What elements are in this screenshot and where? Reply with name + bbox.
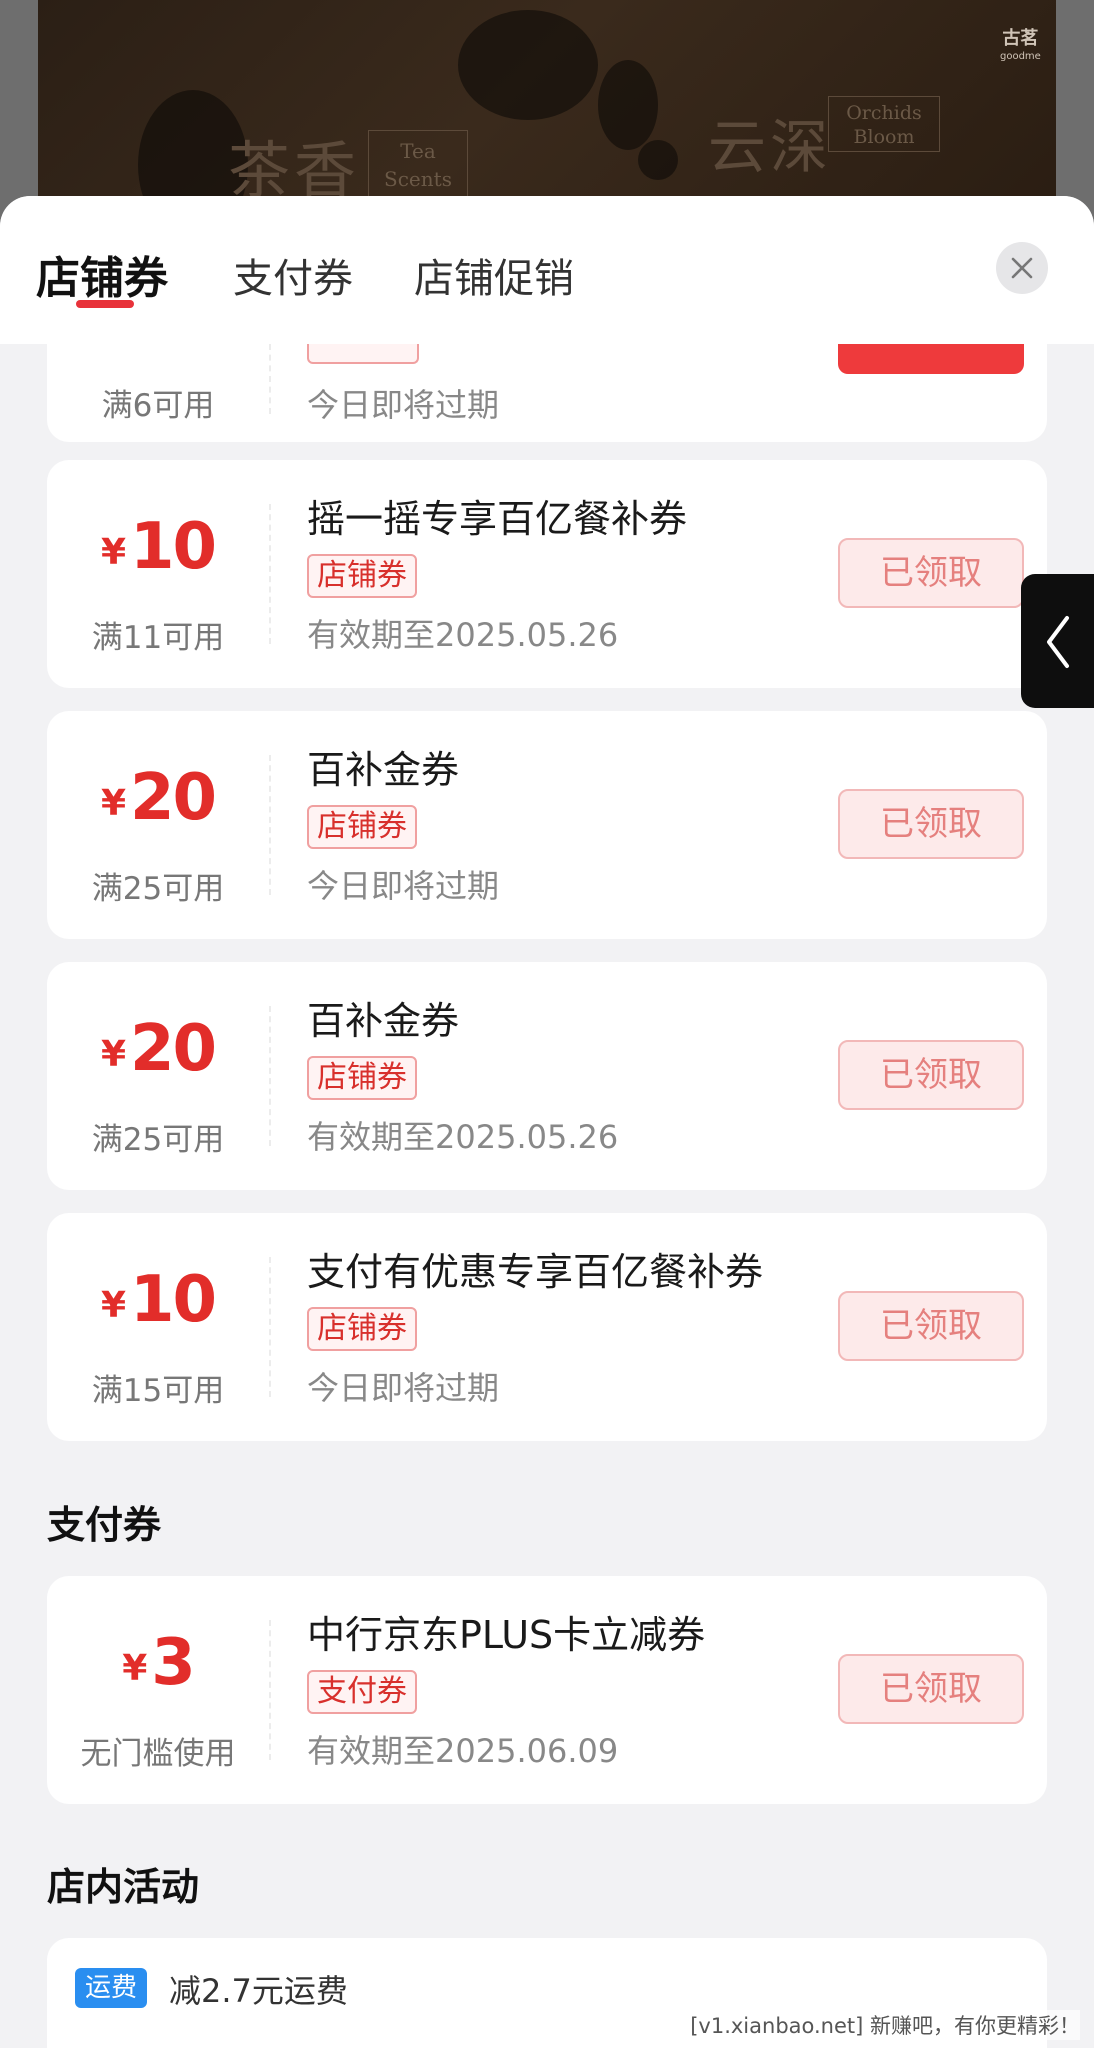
coupon-card: ¥20 满25可用 百补金券 店铺券 今日即将过期 已领取 [47, 711, 1047, 939]
coupon-amount: 10 [130, 510, 217, 584]
tab-store-coupons[interactable]: 店铺券 [36, 242, 168, 306]
brand-logo-en: goodme [1000, 51, 1041, 62]
coupon-condition: 满11可用 [91, 620, 225, 656]
claim-button-partial[interactable] [838, 342, 1024, 374]
claimed-button[interactable]: 已领取 [838, 789, 1024, 859]
brand-logo-cn: 古茗 [1002, 28, 1039, 49]
banner-subtitle-right-line2: Bloom [853, 126, 915, 148]
coupon-list[interactable]: 满6可用 今日即将过期 ¥10 满11可用 摇一摇专享百亿餐补券 店铺券 有效期… [0, 196, 1094, 2048]
claimed-button[interactable]: 已领取 [838, 1654, 1024, 1724]
banner-subtitle-left: Tea Scents [368, 130, 468, 200]
coupon-condition: 满15可用 [91, 1373, 225, 1409]
watermark-text: [v1.xianbao.net] 新赚吧，有你更精彩！ [690, 2010, 1080, 2040]
banner-subtitle-left-line1: Tea [400, 139, 436, 163]
banner-subtitle-right-line1: Orchids [846, 102, 922, 124]
coupon-condition: 满25可用 [91, 871, 225, 907]
coupon-price: ¥20 [47, 1012, 269, 1086]
coupon-price: ¥20 [47, 761, 269, 835]
coupon-expiry: 今日即将过期 [307, 386, 500, 424]
leaf-shape [598, 60, 658, 150]
tab-store-promotions[interactable]: 店铺促销 [414, 246, 574, 304]
banner-subtitle-right: Orchids Bloom [828, 96, 940, 152]
coupon-expiry: 有效期至2025.05.26 [307, 1118, 619, 1156]
coupon-amount: 10 [130, 1263, 217, 1337]
coupon-price: ¥3 [47, 1626, 269, 1700]
coupon-amount: 20 [130, 761, 217, 835]
coupon-price: ¥10 [47, 1263, 269, 1337]
coupon-expiry: 今日即将过期 [307, 1369, 500, 1407]
coupon-tag: 支付券 [307, 1670, 417, 1714]
coupon-title: 百补金券 [307, 748, 460, 792]
coupon-condition: 无门槛使用 [80, 1736, 236, 1772]
active-tab-indicator [76, 300, 134, 308]
coupon-condition: 满25可用 [91, 1122, 225, 1158]
berry-shape [638, 140, 678, 180]
coupon-price: ¥10 [47, 510, 269, 584]
coupon-card: ¥20 满25可用 百补金券 店铺券 有效期至2025.05.26 已领取 [47, 962, 1047, 1190]
coupon-title: 中行京东PLUS卡立减券 [307, 1613, 706, 1657]
activity-text: 减2.7元运费 [169, 1972, 348, 2010]
coupon-card: ¥10 满11可用 摇一摇专享百亿餐补券 店铺券 有效期至2025.05.26 … [47, 460, 1047, 688]
side-drawer-handle[interactable] [1021, 574, 1094, 708]
coupon-tag: 店铺券 [307, 1307, 417, 1351]
brand-logo: 古茗 goodme [1000, 30, 1041, 66]
banner-title-right: 云深 [708, 113, 833, 181]
coupon-amount: 20 [130, 1012, 217, 1086]
currency-symbol: ¥ [100, 1285, 126, 1326]
chevron-left-icon [1047, 616, 1069, 668]
coupon-card: ¥10 满15可用 支付有优惠专享百亿餐补券 店铺券 今日即将过期 已领取 [47, 1213, 1047, 1441]
close-icon [1011, 257, 1033, 279]
close-button[interactable] [996, 242, 1048, 294]
coupon-title: 支付有优惠专享百亿餐补券 [307, 1250, 764, 1294]
coupon-expiry: 今日即将过期 [307, 867, 500, 905]
section-title-activity: 店内活动 [47, 1865, 200, 1909]
coupon-card: ¥3 无门槛使用 中行京东PLUS卡立减券 支付券 有效期至2025.06.09… [47, 1576, 1047, 1804]
currency-symbol: ¥ [122, 1648, 148, 1689]
coupon-tag: 店铺券 [307, 554, 417, 598]
coupon-title: 百补金券 [307, 999, 460, 1043]
coupon-divider [269, 344, 271, 414]
coupon-condition: 满6可用 [101, 388, 215, 424]
banner-subtitle-left-line2: Scents [384, 167, 452, 191]
coupon-divider [269, 755, 271, 895]
shipping-badge: 运费 [75, 1968, 148, 2008]
coupon-title: 摇一摇专享百亿餐补券 [307, 497, 688, 541]
currency-symbol: ¥ [100, 783, 126, 824]
coupon-expiry: 有效期至2025.06.09 [307, 1732, 619, 1770]
coupon-amount: 3 [151, 1626, 196, 1700]
coupon-divider [269, 1620, 271, 1760]
claimed-button[interactable]: 已领取 [838, 1040, 1024, 1110]
coupon-expiry: 有效期至2025.05.26 [307, 616, 619, 654]
tab-payment-coupons[interactable]: 支付券 [233, 246, 353, 304]
coupon-sheet: 满6可用 今日即将过期 ¥10 满11可用 摇一摇专享百亿餐补券 店铺券 有效期… [0, 196, 1094, 2048]
coupon-divider [269, 504, 271, 644]
claimed-button[interactable]: 已领取 [838, 538, 1024, 608]
section-title-payment: 支付券 [47, 1503, 162, 1547]
coupon-tag-partial [307, 342, 419, 364]
tab-bar: 店铺券 支付券 店铺促销 [0, 196, 1094, 344]
coupon-tag: 店铺券 [307, 1056, 417, 1100]
coupon-divider [269, 1006, 271, 1146]
currency-symbol: ¥ [100, 1034, 126, 1075]
coupon-divider [269, 1257, 271, 1397]
coupon-tag: 店铺券 [307, 805, 417, 849]
currency-symbol: ¥ [100, 532, 126, 573]
claimed-button[interactable]: 已领取 [838, 1291, 1024, 1361]
leaf-shape [458, 10, 598, 120]
